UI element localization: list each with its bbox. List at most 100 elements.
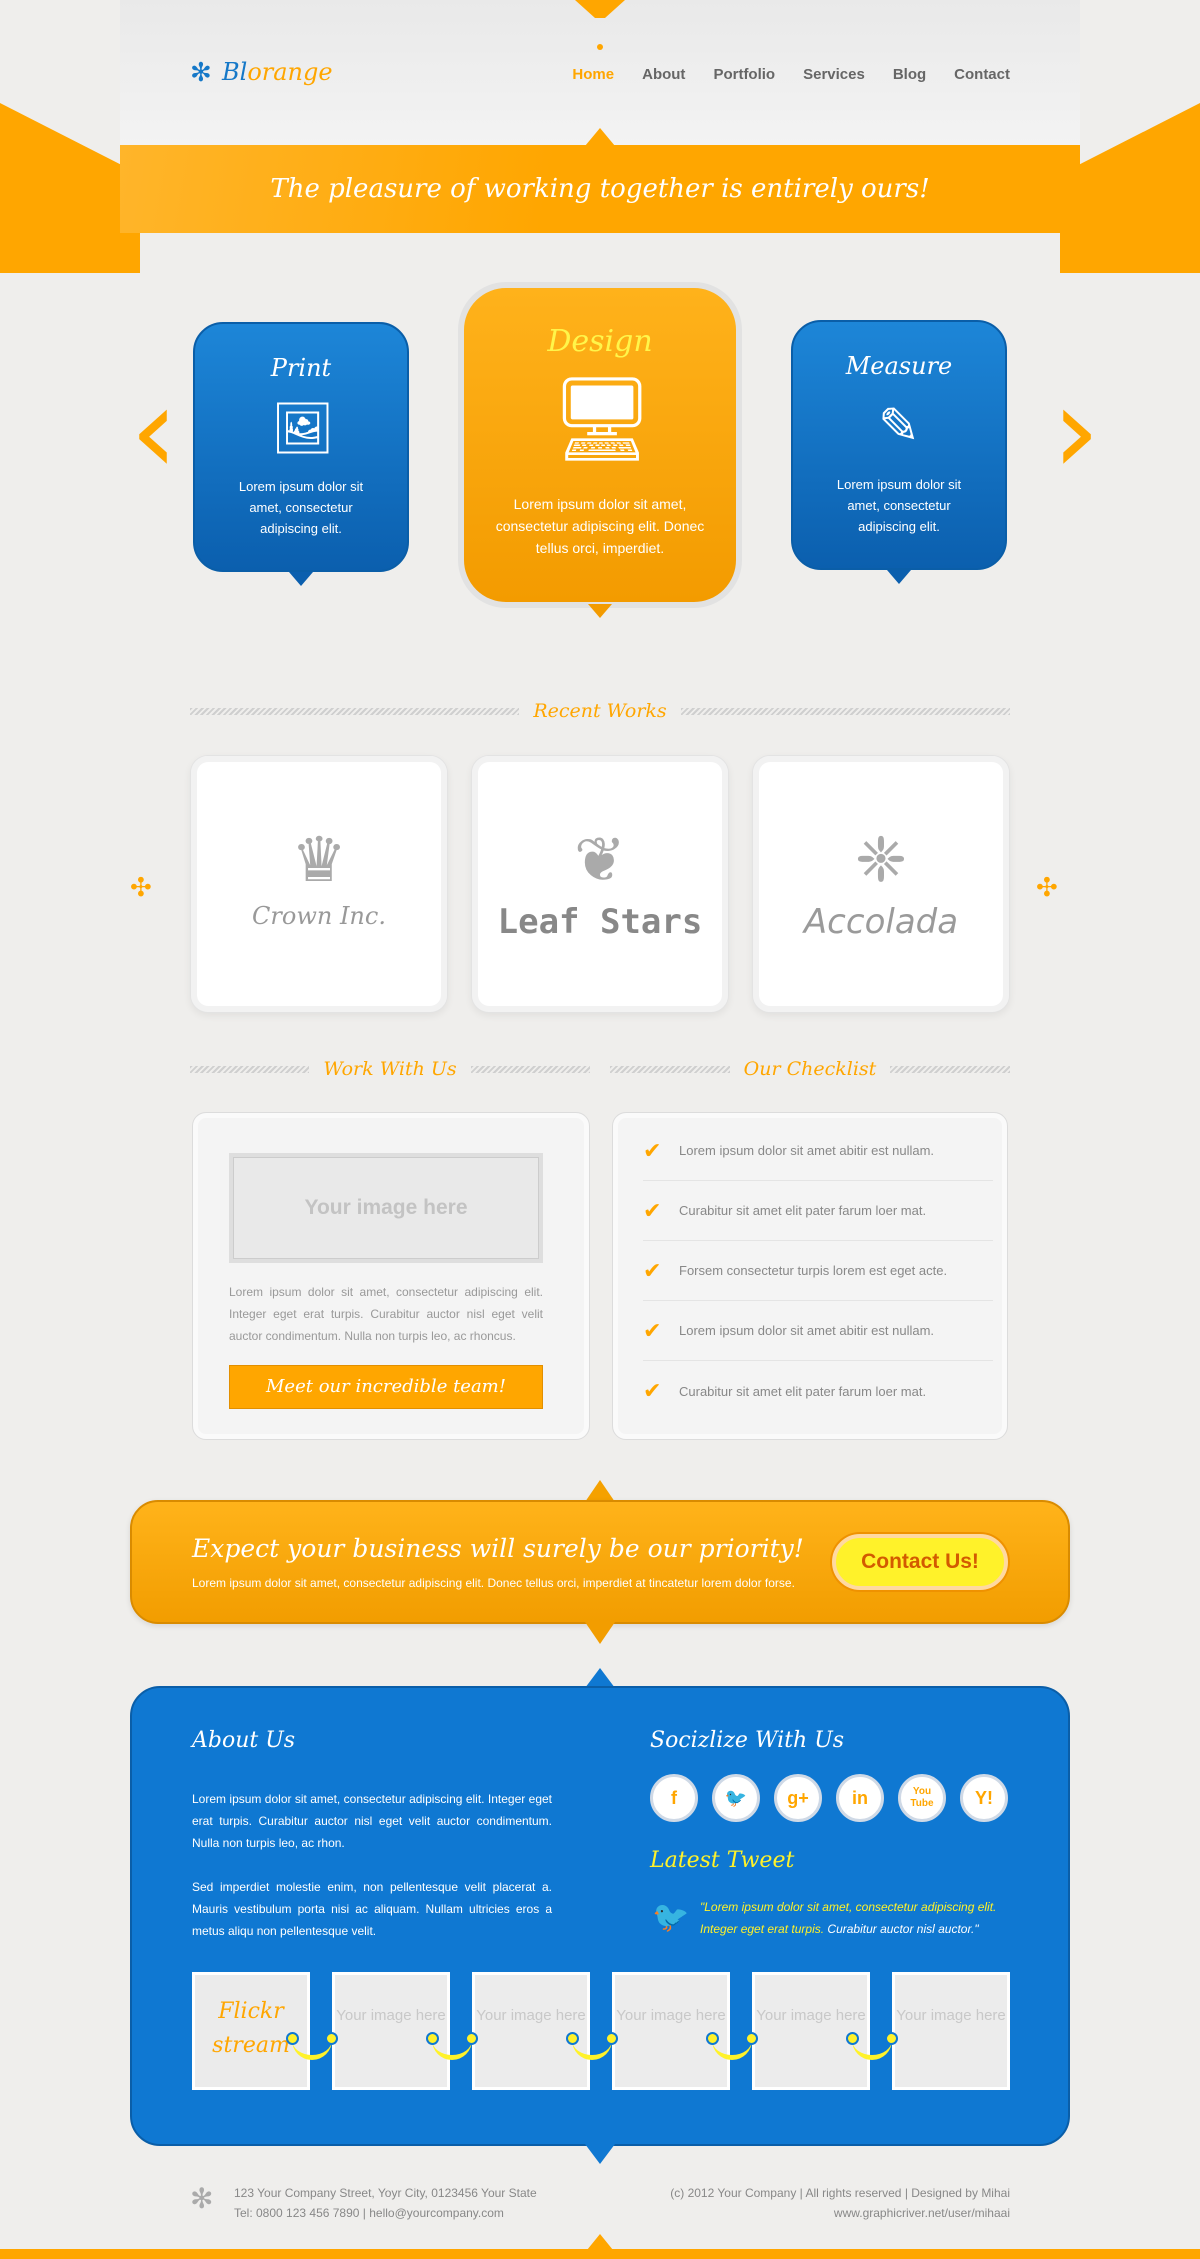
top-dot [597, 44, 603, 50]
latest-tweet-title: Latest Tweet [650, 1848, 795, 1873]
work-item[interactable]: ❦ Leaf Stars [471, 755, 729, 1013]
service-design[interactable]: Design 🖥 Lorem ipsum dolor sit amet, con… [458, 282, 742, 618]
service-title: Print [270, 354, 332, 382]
yahoo-icon[interactable]: Y! [960, 1774, 1008, 1822]
works-prev-icon[interactable]: ✣ [130, 872, 152, 903]
twitter-icon[interactable]: 🐦 [712, 1774, 760, 1822]
logo-part2: orange [247, 58, 333, 86]
footer-copyright: (c) 2012 Your Company | All rights reser… [670, 2186, 1010, 2200]
work-with-us-panel: Your image here Lorem ipsum dolor sit am… [192, 1112, 590, 1440]
flickr-title: Flickr stream [192, 1972, 310, 2090]
about-title: About Us [192, 1728, 296, 1753]
youtube-icon[interactable]: You Tube [898, 1774, 946, 1822]
section-title: Recent Works [533, 700, 667, 722]
service-measure[interactable]: Measure ✎ Lorem ipsum dolor sit amet, co… [791, 320, 1007, 584]
google-plus-icon[interactable]: g+ [774, 1774, 822, 1822]
flickr-title-line: Flickr [218, 1999, 284, 2024]
work-label: Leaf Stars [497, 902, 703, 942]
checkmark-icon: ✔ [643, 1257, 662, 1283]
service-text: Lorem ipsum dolor sit amet, consectetur … [238, 479, 364, 536]
flickr-thumb[interactable]: Your image here [612, 1972, 730, 2090]
tweet-text-rest: Curabitur auctor nisl auctor." [824, 1922, 979, 1936]
checklist-item: ✔ Lorem ipsum dolor sit amet abitir est n… [643, 1121, 993, 1181]
bubble-tail [289, 572, 313, 586]
slider-prev-arrow[interactable]: ‹ [130, 372, 178, 502]
work-item[interactable]: ❈ Accolada [752, 755, 1010, 1013]
checklist-item: ✔ Lorem ipsum dolor sit amet abitir est n… [643, 1301, 993, 1361]
ribbon-right [1060, 103, 1200, 273]
bottom-bar [0, 2249, 1200, 2259]
checkmark-icon: ✔ [643, 1317, 662, 1343]
pencil-ruler-icon: ✎ [878, 398, 920, 454]
footer-url[interactable]: www.graphicriver.net/user/mihaai [670, 2203, 1010, 2223]
service-text: Lorem ipsum dolor sit amet, consectetur … [836, 477, 962, 534]
main-nav: Home About Portfolio Services Blog Conta… [572, 66, 1010, 83]
footer-notch-top [585, 1668, 615, 1688]
divider [470, 1065, 591, 1073]
checklist-panel: ✔ Lorem ipsum dolor sit amet abitir est n… [612, 1112, 1008, 1440]
sun-flower-icon: ✻ [190, 57, 212, 87]
leaf-icon: ❦ [574, 826, 626, 895]
work-with-us-text: Lorem ipsum dolor sit amet, consectetur … [229, 1285, 543, 1343]
checklist-heading: Our Checklist [610, 1058, 1010, 1080]
nav-services[interactable]: Services [803, 66, 865, 83]
divider [680, 707, 1010, 715]
about-text: Lorem ipsum dolor sit amet, consectetur … [192, 1788, 552, 1942]
service-text: Lorem ipsum dolor sit amet, consectetur … [495, 496, 705, 556]
section-title: Work With Us [323, 1058, 457, 1080]
divider [190, 707, 520, 715]
checklist-text: Forsem consectetur turpis lorem est eget… [679, 1263, 948, 1278]
footer-credits: (c) 2012 Your Company | All rights reser… [670, 2183, 1010, 2223]
bottom-notch [587, 2234, 613, 2250]
bubble-tail [588, 604, 612, 618]
facebook-icon[interactable]: f [650, 1774, 698, 1822]
service-print[interactable]: Print 🖼 Lorem ipsum dolor sit amet, cons… [193, 322, 409, 586]
divider [890, 1065, 1010, 1073]
checklist-text: Curabitur sit amet elit pater farum loer… [679, 1203, 927, 1218]
flickr-thumb[interactable]: Your image here [892, 1972, 1010, 2090]
cta-notch-top [585, 1480, 615, 1502]
logo[interactable]: ✻ Blorange [190, 58, 333, 86]
checklist-text: Curabitur sit amet elit pater farum loer… [679, 1383, 927, 1399]
checklist-item: ✔ Curabitur sit amet elit pater farum loe… [643, 1181, 993, 1241]
work-with-us-heading: Work With Us [190, 1058, 591, 1080]
recent-works-heading: Recent Works [190, 700, 1010, 722]
tagline: The pleasure of working together is enti… [270, 174, 930, 204]
flickr-thumb[interactable]: Your image here [472, 1972, 590, 2090]
footer-phone-email: Tel: 0800 123 456 7890 | hello@yourcompa… [234, 2206, 504, 2220]
bubble-tail [887, 570, 911, 584]
nav-contact[interactable]: Contact [954, 66, 1010, 83]
cta-notch-bottom [585, 1622, 615, 1644]
work-label: Crown Inc. [252, 902, 386, 930]
cta-box: Expect your business will surely be our … [130, 1500, 1070, 1624]
ornament-icon: ❈ [855, 826, 907, 895]
works-next-icon[interactable]: ✣ [1036, 872, 1058, 903]
footer-panel: About Us Lorem ipsum dolor sit amet, con… [130, 1686, 1070, 2146]
flickr-thumb[interactable]: Your image here [752, 1972, 870, 2090]
about-paragraph: Lorem ipsum dolor sit amet, consectetur … [192, 1792, 552, 1850]
sun-flower-icon: ✻ [190, 2183, 214, 2214]
checkmark-icon: ✔ [643, 1197, 662, 1223]
linkedin-icon[interactable]: in [836, 1774, 884, 1822]
meet-team-button[interactable]: Meet our incredible team! [229, 1365, 543, 1409]
divider [610, 1065, 730, 1073]
social-links: f 🐦 g+ in You Tube Y! [650, 1774, 1008, 1822]
service-title: Design [547, 324, 653, 359]
nav-about[interactable]: About [642, 66, 685, 83]
nav-blog[interactable]: Blog [893, 66, 926, 83]
checklist-text: Lorem ipsum dolor sit amet abitir est nu… [679, 1323, 935, 1338]
logo-part1: Bl [222, 58, 248, 86]
picture-icon: 🖼 [271, 400, 335, 456]
slider-next-arrow[interactable]: › [1052, 372, 1100, 502]
work-item[interactable]: ♛ Crown Inc. [190, 755, 448, 1013]
nav-home[interactable]: Home [572, 66, 614, 83]
about-paragraph: Sed imperdiet molestie enim, non pellent… [192, 1880, 552, 1938]
nav-portfolio[interactable]: Portfolio [713, 66, 775, 83]
service-title: Measure [845, 352, 953, 380]
checkmark-icon: ✔ [643, 1378, 662, 1403]
flickr-thumb[interactable]: Your image here [332, 1972, 450, 2090]
monitor-icon: 🖥 [550, 374, 655, 465]
cta-subtext: Lorem ipsum dolor sit amet, consectetur … [192, 1576, 795, 1590]
contact-us-button[interactable]: Contact Us! [832, 1534, 1008, 1590]
footer-address: 123 Your Company Street, Yoyr City, 0123… [234, 2186, 537, 2200]
